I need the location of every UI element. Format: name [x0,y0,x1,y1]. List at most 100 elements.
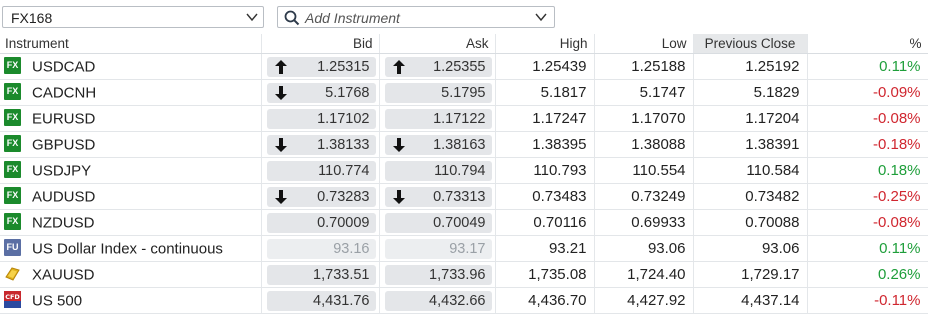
ask-price-pill[interactable]: 4,432.66 [384,290,492,311]
bid-price-pill[interactable]: 0.73283 [266,186,376,207]
bid-price-pill[interactable]: 4,431.76 [266,290,376,311]
cfd-badge-icon: CFD [4,291,21,309]
arrow-down-icon [274,85,287,100]
ask-price-pill[interactable]: 110.794 [384,160,492,181]
bid-cell[interactable]: 1.25315 [261,53,380,80]
ask-price-pill[interactable]: 0.73313 [384,186,492,207]
add-instrument-search[interactable]: Add Instrument [277,6,555,28]
column-header-previous-close[interactable]: Previous Close [693,34,808,54]
instrument-cell[interactable]: XAUUSD [0,261,262,288]
ask-price-pill[interactable]: 1.17122 [384,108,492,129]
previous-close-price: 93.06 [693,235,808,262]
bid-price: 93.16 [333,240,370,257]
low-price: 4,427.92 [594,287,694,314]
table-row[interactable]: FX AUDUSD 0.73283 0.73313 0.73483 0.73249 0.73… [0,183,928,210]
column-header-ask[interactable]: Ask [379,34,496,54]
search-placeholder: Add Instrument [305,10,400,26]
instrument-cell[interactable]: FX CADCNH [0,79,262,106]
bid-price-pill[interactable]: 1.17102 [266,108,376,129]
instrument-name[interactable]: US 500 [32,292,82,309]
ask-cell[interactable]: 0.73313 [379,183,496,210]
bid-price-pill[interactable]: 1.25315 [266,56,376,77]
bid-cell[interactable]: 4,431.76 [261,287,380,314]
table-row[interactable]: FX EURUSD 1.17102 1.17122 1.17247 1.17070 1.17… [0,105,928,132]
ask-cell[interactable]: 0.70049 [379,209,496,236]
table-row[interactable]: FU US Dollar Index - continuous 93.16 93.17… [0,235,928,262]
bid-cell[interactable]: 0.70009 [261,209,380,236]
instrument-name[interactable]: GBPUSD [32,136,95,153]
column-header-instrument[interactable]: Instrument [0,34,262,54]
low-price: 1.17070 [594,105,694,132]
ask-cell[interactable]: 1.25355 [379,53,496,80]
bid-price: 110.774 [318,162,370,179]
table-row[interactable]: FX CADCNH 5.1768 5.1795 5.1817 5.1747 5.1829 -0… [0,79,928,106]
ask-price-pill[interactable]: 5.1795 [384,82,492,103]
search-icon [284,10,300,26]
instrument-name[interactable]: AUDUSD [32,188,95,205]
bid-cell[interactable]: 0.73283 [261,183,380,210]
bid-price: 4,431.76 [313,292,370,309]
bid-price-pill[interactable]: 0.70009 [266,212,376,233]
ask-price-pill[interactable]: 1,733.96 [384,264,492,285]
table-row[interactable]: FX GBPUSD 1.38133 1.38163 1.38395 1.38088 1.38… [0,131,928,158]
column-header-low[interactable]: Low [594,34,694,54]
instrument-cell[interactable]: FX AUDUSD [0,183,262,210]
bid-cell[interactable]: 1.17102 [261,105,380,132]
ask-cell[interactable]: 1.38163 [379,131,496,158]
ask-price-pill[interactable]: 1.25355 [384,56,492,77]
ask-cell[interactable]: 1.17122 [379,105,496,132]
instrument-name[interactable]: USDCAD [32,58,95,75]
instrument-name[interactable]: USDJPY [32,162,91,179]
high-price: 0.73483 [495,183,595,210]
table-row[interactable]: XAUUSD 1,733.51 1,733.96 1,735.08 1,724.40 1,… [0,261,928,288]
bid-cell[interactable]: 93.16 [261,235,380,262]
high-price: 110.793 [495,157,595,184]
instrument-name[interactable]: XAUUSD [32,266,95,283]
instrument-cell[interactable]: FX EURUSD [0,105,262,132]
ask-price: 1.17122 [433,110,486,127]
bid-price-pill[interactable]: 93.16 [266,238,376,259]
ask-cell[interactable]: 5.1795 [379,79,496,106]
instrument-cell[interactable]: FX USDCAD [0,53,262,80]
ask-price-pill[interactable]: 93.17 [384,238,492,259]
ask-price-pill[interactable]: 0.70049 [384,212,492,233]
previous-close-price: 110.584 [693,157,808,184]
instrument-cell[interactable]: FU US Dollar Index - continuous [0,235,262,262]
column-header-high[interactable]: High [495,34,595,54]
table-row[interactable]: FX USDCAD 1.25315 1.25355 1.25439 1.25188 1.25… [0,53,928,80]
bid-price-pill[interactable]: 1,733.51 [266,264,376,285]
ask-cell[interactable]: 1,733.96 [379,261,496,288]
ask-price-pill[interactable]: 1.38163 [384,134,492,155]
column-header-bid[interactable]: Bid [261,34,380,54]
instrument-name[interactable]: EURUSD [32,110,95,127]
bid-price: 1.38133 [317,136,370,153]
ask-cell[interactable]: 93.17 [379,235,496,262]
instrument-cell[interactable]: FX GBPUSD [0,131,262,158]
bid-price-pill[interactable]: 5.1768 [266,82,376,103]
table-row[interactable]: FX USDJPY 110.774 110.794 110.793 110.554 110.… [0,157,928,184]
ask-cell[interactable]: 4,432.66 [379,287,496,314]
bid-cell[interactable]: 5.1768 [261,79,380,106]
low-price: 0.69933 [594,209,694,236]
instrument-name[interactable]: CADCNH [32,84,96,101]
previous-close-price: 0.73482 [693,183,808,210]
table-row[interactable]: FX NZDUSD 0.70009 0.70049 0.70116 0.69933 0.70… [0,209,928,236]
instrument-cell[interactable]: FX NZDUSD [0,209,262,236]
bid-cell[interactable]: 110.774 [261,157,380,184]
watchlist-select[interactable]: FX168 [2,6,264,28]
low-price: 93.06 [594,235,694,262]
instrument-cell[interactable]: FX USDJPY [0,157,262,184]
bid-cell[interactable]: 1.38133 [261,131,380,158]
chevron-down-icon[interactable] [246,12,258,22]
ask-price: 1.25355 [433,58,486,75]
instrument-cell[interactable]: CFD US 500 [0,287,262,314]
bid-price-pill[interactable]: 110.774 [266,160,376,181]
bid-cell[interactable]: 1,733.51 [261,261,380,288]
ask-cell[interactable]: 110.794 [379,157,496,184]
table-row[interactable]: CFD US 500 4,431.76 4,432.66 4,436.70 4,427.9… [0,287,928,314]
chevron-down-icon[interactable] [535,12,547,22]
instrument-name[interactable]: NZDUSD [32,214,95,231]
bid-price-pill[interactable]: 1.38133 [266,134,376,155]
column-header-percent-change[interactable]: % [807,34,928,54]
instrument-name[interactable]: US Dollar Index - continuous [32,240,223,257]
